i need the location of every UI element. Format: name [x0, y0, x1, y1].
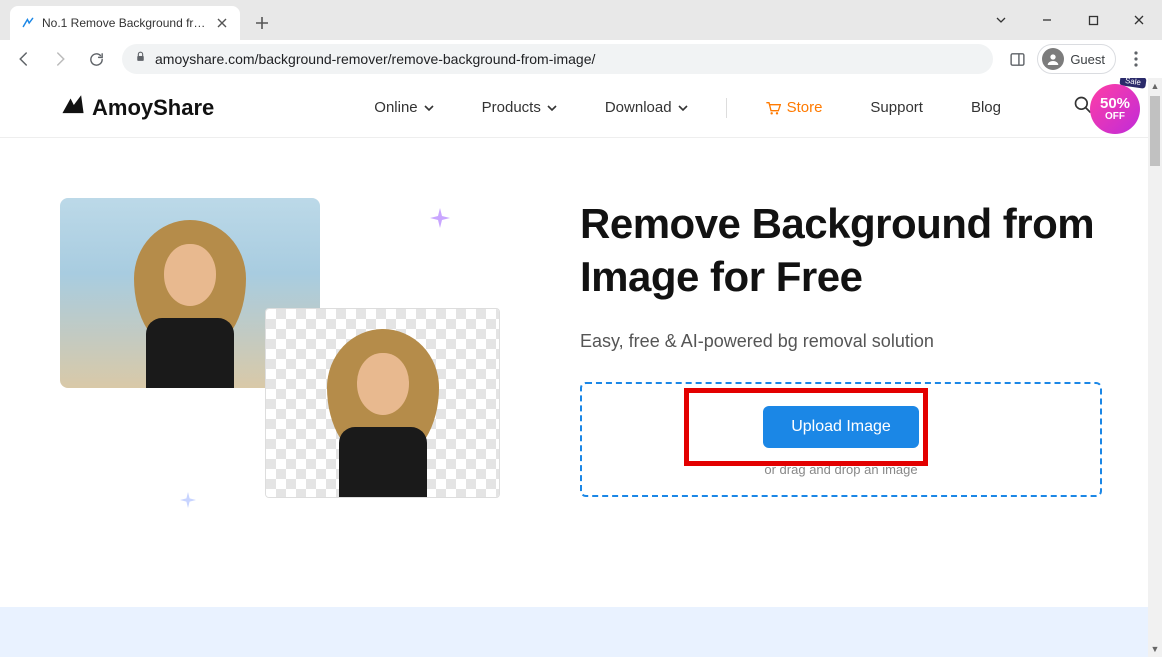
nav-blog[interactable]: Blog	[971, 99, 1001, 116]
browser-toolbar: amoyshare.com/background-remover/remove-…	[0, 40, 1162, 78]
chevron-down-icon	[424, 103, 434, 113]
avatar-icon	[1042, 48, 1064, 70]
window-close-button[interactable]	[1116, 4, 1162, 36]
profile-label: Guest	[1070, 52, 1105, 67]
nav-online[interactable]: Online	[374, 99, 433, 116]
main-nav: Online Products Download Store Support B…	[374, 95, 1093, 120]
nav-store[interactable]: Store	[765, 99, 823, 116]
transparent-image	[265, 308, 500, 498]
toolbar-right: Guest	[1003, 44, 1154, 74]
site-logo[interactable]: AmoyShare	[60, 92, 214, 124]
sale-badge[interactable]: Sale 50% OFF	[1082, 78, 1148, 138]
profile-button[interactable]: Guest	[1037, 44, 1116, 74]
reload-button[interactable]	[80, 43, 112, 75]
new-tab-button[interactable]	[248, 9, 276, 37]
drop-hint: or drag and drop an image	[602, 462, 1080, 477]
side-panel-icon[interactable]	[1003, 45, 1031, 73]
window-dropdown-icon[interactable]	[978, 4, 1024, 36]
sparkle-icon	[180, 492, 196, 513]
hero-copy: Remove Background from Image for Free Ea…	[580, 198, 1102, 497]
nav-support[interactable]: Support	[870, 99, 923, 116]
scroll-down-icon[interactable]: ▼	[1148, 641, 1162, 657]
scrollbar[interactable]: ▲ ▼	[1148, 78, 1162, 657]
window-minimize-button[interactable]	[1024, 4, 1070, 36]
logo-icon	[60, 92, 86, 124]
back-button[interactable]	[8, 43, 40, 75]
chevron-down-icon	[678, 103, 688, 113]
cart-icon	[765, 101, 781, 115]
hero-subtitle: Easy, free & AI-powered bg removal solut…	[580, 331, 1102, 352]
logo-text: AmoyShare	[92, 95, 214, 121]
tab-bar: No.1 Remove Background from	[0, 0, 1162, 40]
nav-download[interactable]: Download	[605, 99, 688, 116]
tab-favicon-icon	[20, 15, 36, 31]
hero-headline: Remove Background from Image for Free	[580, 198, 1102, 303]
site-header: AmoyShare Online Products Download Store…	[0, 78, 1162, 138]
window-controls	[978, 0, 1162, 40]
browser-chrome: No.1 Remove Background from	[0, 0, 1162, 78]
nav-products[interactable]: Products	[482, 99, 557, 116]
scrollbar-thumb[interactable]	[1150, 96, 1160, 166]
hero-illustration	[60, 198, 500, 498]
person-figure-icon	[110, 208, 270, 388]
chevron-down-icon	[547, 103, 557, 113]
browser-tab[interactable]: No.1 Remove Background from	[10, 6, 240, 40]
scroll-up-icon[interactable]: ▲	[1148, 78, 1162, 94]
upload-dropzone[interactable]: Upload Image or drag and drop an image	[580, 382, 1102, 497]
page-content: AmoyShare Online Products Download Store…	[0, 78, 1162, 657]
url-text: amoyshare.com/background-remover/remove-…	[155, 51, 595, 67]
sparkle-icon	[430, 208, 450, 233]
upload-image-button[interactable]: Upload Image	[763, 406, 919, 448]
window-maximize-button[interactable]	[1070, 4, 1116, 36]
sale-circle: 50% OFF	[1090, 84, 1140, 134]
browser-menu-icon[interactable]	[1122, 45, 1150, 73]
address-bar[interactable]: amoyshare.com/background-remover/remove-…	[122, 44, 993, 74]
hero-section: Remove Background from Image for Free Ea…	[0, 138, 1162, 538]
lock-icon	[134, 50, 147, 68]
footer-band	[0, 607, 1150, 657]
tab-close-icon[interactable]	[214, 15, 230, 31]
forward-button[interactable]	[44, 43, 76, 75]
person-figure-icon	[303, 317, 463, 497]
nav-separator	[726, 98, 727, 118]
tab-title: No.1 Remove Background from	[42, 16, 208, 30]
